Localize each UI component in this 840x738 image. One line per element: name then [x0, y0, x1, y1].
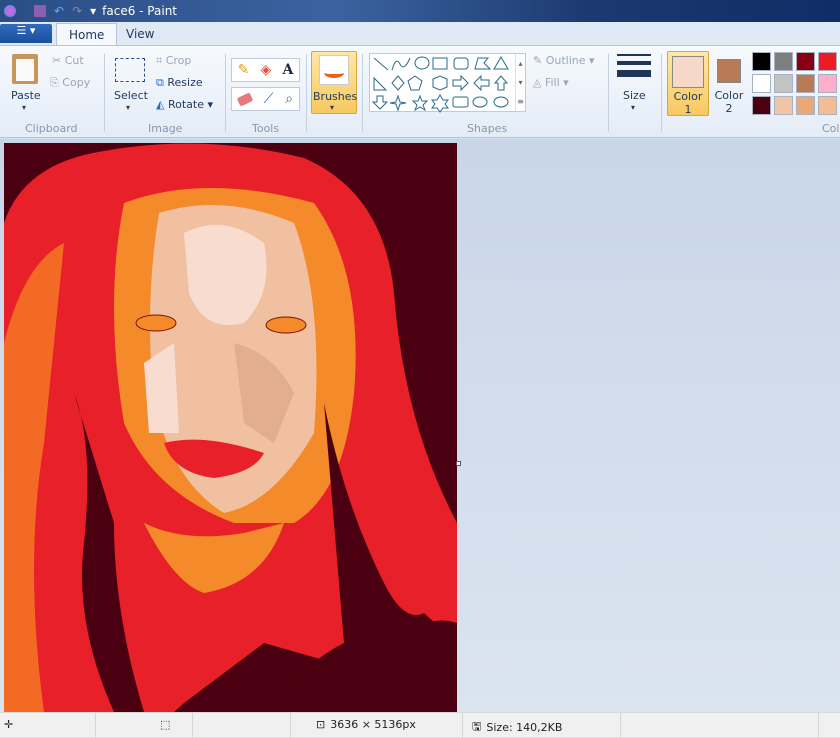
eraser-icon[interactable]	[236, 91, 254, 107]
palette-swatch[interactable]	[796, 74, 815, 93]
title-bar: ↶ ↷ ▾ face6 - Paint	[0, 0, 840, 22]
cursor-position-icon: ✛	[4, 718, 14, 731]
color-picker-icon[interactable]: ⟋	[264, 91, 274, 107]
color2-label: Color	[714, 89, 744, 102]
canvas-resize-handle[interactable]	[456, 461, 461, 466]
disk-icon: 🖫	[472, 720, 482, 733]
palette-swatch[interactable]	[818, 74, 837, 93]
clipboard-group-label: Clipboard	[25, 122, 78, 135]
palette-swatch[interactable]	[774, 52, 793, 71]
color1-label: Color	[673, 90, 703, 103]
palette-swatch[interactable]	[796, 96, 815, 115]
color2-swatch	[717, 59, 741, 83]
magnifier-icon[interactable]: ⌕	[285, 91, 293, 107]
select-button[interactable]: Select ▾	[112, 56, 148, 116]
brushes-label: Brushes	[313, 90, 358, 103]
file-size: 🖫 Size: 140,2KB	[472, 718, 562, 737]
color1-number: 1	[684, 103, 692, 116]
cut-button[interactable]: ✂ Cut	[52, 54, 84, 67]
colors-group-label: Col	[822, 122, 840, 135]
tab-home[interactable]: Home	[56, 23, 118, 45]
size-label: Size	[623, 89, 646, 102]
fill-icon[interactable]: ◈	[261, 62, 272, 78]
palette-swatch[interactable]	[818, 96, 837, 115]
file-size-text: Size: 140,2KB	[486, 721, 563, 734]
select-icon	[115, 58, 145, 82]
copy-button[interactable]: ⎘ Copy	[50, 76, 90, 90]
outline-button[interactable]: ✎ Outline ▾	[533, 54, 595, 67]
color2-number: 2	[725, 102, 733, 115]
fill-button[interactable]: ◬ Fill ▾	[533, 76, 569, 89]
drawing-canvas[interactable]	[4, 143, 457, 712]
rotate-button[interactable]: ◭ Rotate ▾	[156, 98, 213, 111]
clipboard-icon	[12, 54, 38, 84]
shapes-icons	[371, 56, 509, 113]
dimensions-text: 3636 × 5136px	[330, 718, 416, 731]
image-group-label: Image	[148, 122, 183, 135]
customize-quick-access-icon[interactable]: ▾	[90, 4, 96, 18]
brush-icon	[319, 55, 349, 85]
tab-view[interactable]: View	[114, 23, 166, 45]
palette-swatch[interactable]	[752, 96, 771, 115]
portrait-artwork	[4, 143, 457, 712]
shapes-scroll[interactable]: ▴ ▾ ≡	[515, 54, 525, 111]
size-button[interactable]: Size ▾	[617, 54, 651, 114]
pencil-icon[interactable]: ✎	[238, 62, 250, 78]
palette-swatch[interactable]	[774, 96, 793, 115]
window-title: face6 - Paint	[102, 4, 178, 18]
undo-icon[interactable]: ↶	[54, 4, 64, 18]
shapes-gallery[interactable]: ▴ ▾ ≡	[369, 53, 526, 113]
text-icon[interactable]: A	[283, 62, 294, 78]
color1-button[interactable]: Color 1	[667, 51, 709, 116]
tools-group-label: Tools	[252, 122, 280, 135]
color1-swatch	[672, 56, 704, 88]
dimensions-icon: ⊡	[316, 718, 326, 731]
redo-icon[interactable]: ↷	[72, 4, 82, 18]
paste-label: Paste	[11, 89, 41, 102]
crop-button[interactable]: ⌗ Crop	[156, 54, 191, 68]
palette-swatch[interactable]	[818, 52, 837, 71]
status-bar: ✛ ⬚ ⊡ 3636 × 5136px 🖫 Size: 140,2KB	[0, 712, 840, 738]
resize-button[interactable]: ⧉ Resize	[156, 76, 203, 90]
paste-button[interactable]: Paste ▾	[8, 52, 42, 112]
palette-swatch[interactable]	[752, 52, 771, 71]
paint-menu-button[interactable]: ☰ ▾	[0, 24, 52, 43]
select-label: Select	[114, 89, 148, 102]
paint-app-icon[interactable]	[4, 5, 16, 17]
palette-swatch[interactable]	[752, 74, 771, 93]
selection-size-icon: ⬚	[160, 718, 171, 731]
save-icon[interactable]	[34, 5, 46, 17]
shapes-group-label: Shapes	[467, 122, 508, 135]
palette-swatch[interactable]	[796, 52, 815, 71]
palette-swatch[interactable]	[774, 74, 793, 93]
canvas-dimensions: ⊡ 3636 × 5136px	[316, 718, 416, 731]
brushes-button[interactable]: Brushes ▾	[311, 51, 357, 114]
color2-button[interactable]: Color 2	[712, 51, 746, 116]
